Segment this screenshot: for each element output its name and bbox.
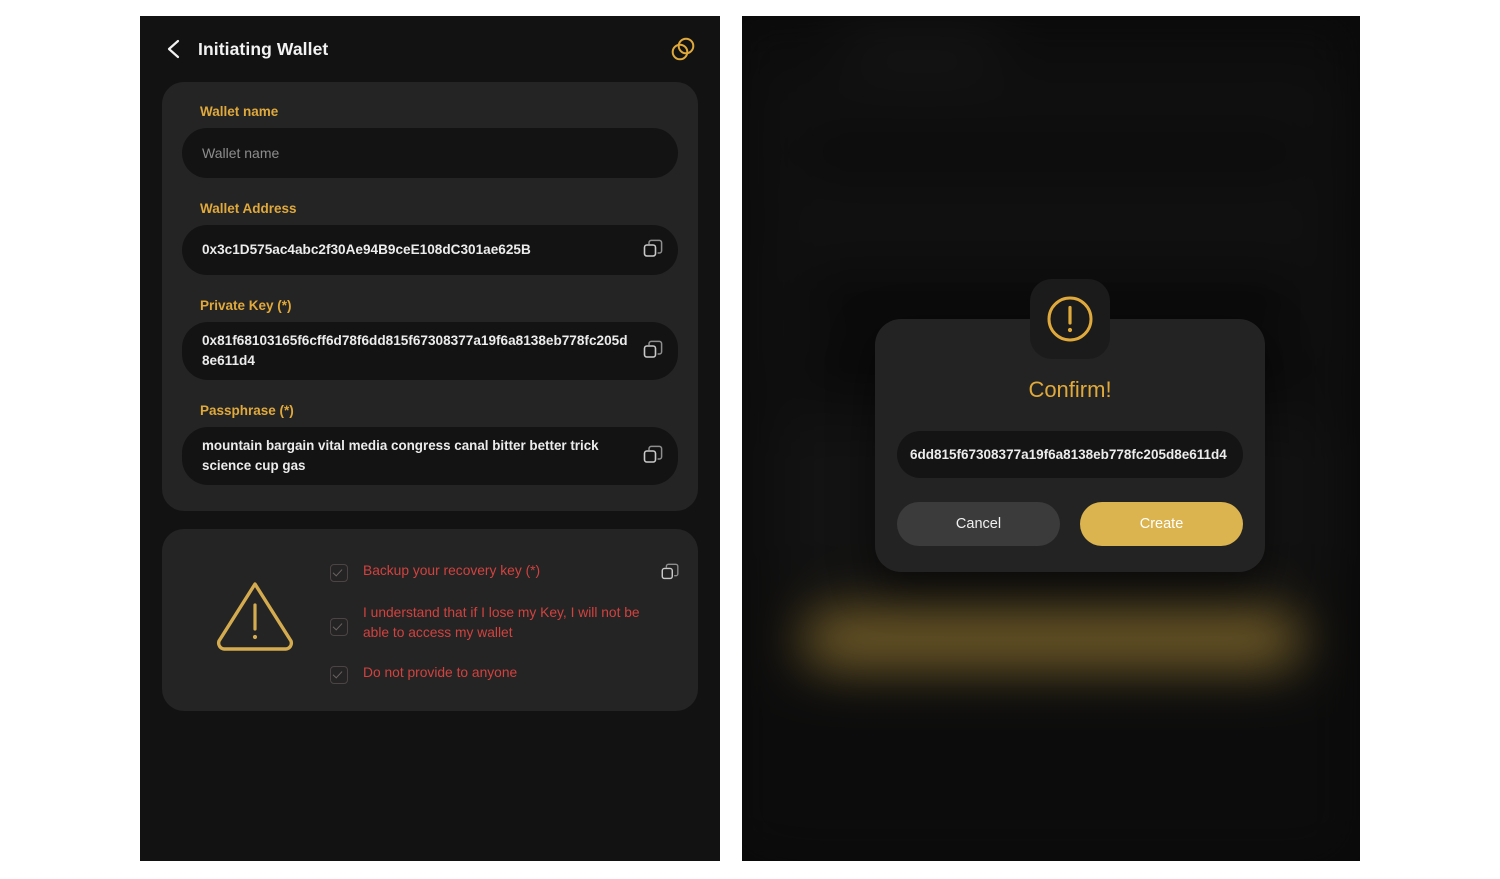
confirm-modal: Confirm! 6dd815f67308377a19f6a8138eb778f… (875, 279, 1265, 572)
warning-item[interactable]: I understand that if I lose my Key, I wi… (330, 603, 680, 643)
checkbox-understand-key-loss[interactable] (330, 618, 348, 636)
copy-icon-private-key[interactable] (642, 340, 664, 362)
app-header: Initiating Wallet (140, 16, 720, 82)
chevron-left-icon (167, 39, 180, 59)
wallet-name-field[interactable]: Wallet name (182, 128, 678, 178)
cancel-button[interactable]: Cancel (897, 502, 1060, 546)
checkbox-do-not-provide[interactable] (330, 666, 348, 684)
private-key-value: 0x81f68103165f6cff6d78f6dd815f67308377a1… (202, 333, 628, 368)
private-key-field[interactable]: 0x81f68103165f6cff6d78f6dd815f67308377a1… (182, 322, 678, 380)
warning-card: Backup your recovery key (*) I understan… (162, 529, 698, 711)
wallet-address-value: 0x3c1D575ac4abc2f30Ae94B9ceE108dC301ae62… (202, 242, 531, 257)
warning-item-label: Do not provide to anyone (363, 665, 518, 680)
modal-badge (1030, 279, 1110, 359)
warning-item-label: Backup your recovery key (*) (363, 563, 541, 578)
warning-icon-wrap (180, 555, 330, 651)
back-button[interactable] (162, 37, 186, 61)
warning-triangle-icon (216, 582, 294, 651)
confirm-key-value: 6dd815f67308377a19f6a8138eb778fc205d8e61… (910, 447, 1227, 462)
overlapping-rings-icon[interactable] (670, 36, 696, 62)
screenshot-stage: Initiating Wallet Wallet name Wallet nam… (0, 0, 1500, 879)
modal-actions: Cancel Create (897, 502, 1243, 546)
copy-icon-passphrase[interactable] (642, 445, 664, 467)
page-title: Initiating Wallet (198, 38, 329, 59)
passphrase-field[interactable]: mountain bargain vital media congress ca… (182, 427, 678, 485)
field-label-wallet-address: Wallet Address (200, 201, 297, 216)
warning-item-label: I understand that if I lose my Key, I wi… (363, 605, 640, 640)
confirm-key-field[interactable]: 6dd815f67308377a19f6a8138eb778fc205d8e61… (897, 431, 1243, 478)
field-label-private-key: Private Key (*) (200, 298, 292, 313)
copy-icon-recovery-key[interactable] (660, 563, 680, 583)
passphrase-value: mountain bargain vital media congress ca… (202, 438, 599, 473)
copy-icon-wallet-address[interactable] (642, 239, 664, 261)
warning-item[interactable]: Do not provide to anyone (330, 663, 680, 685)
wallet-name-input[interactable]: Wallet name (202, 143, 664, 163)
initiating-wallet-screen: Initiating Wallet Wallet name Wallet nam… (140, 16, 720, 861)
checkbox-backup-recovery-key[interactable] (330, 564, 348, 582)
warning-checklist: Backup your recovery key (*) I understan… (330, 555, 680, 685)
alert-circle-icon (1047, 296, 1093, 342)
field-label-wallet-name: Wallet name (200, 104, 279, 119)
wallet-form-card: Wallet name Wallet name Wallet Address 0… (162, 82, 698, 511)
create-button[interactable]: Create (1080, 502, 1243, 546)
warning-item[interactable]: Backup your recovery key (*) (330, 561, 680, 583)
field-label-passphrase: Passphrase (*) (200, 403, 294, 418)
modal-title: Confirm! (1028, 377, 1112, 402)
confirm-dialog-screen: Confirm! 6dd815f67308377a19f6a8138eb778f… (742, 16, 1360, 861)
wallet-address-field[interactable]: 0x3c1D575ac4abc2f30Ae94B9ceE108dC301ae62… (182, 225, 678, 275)
